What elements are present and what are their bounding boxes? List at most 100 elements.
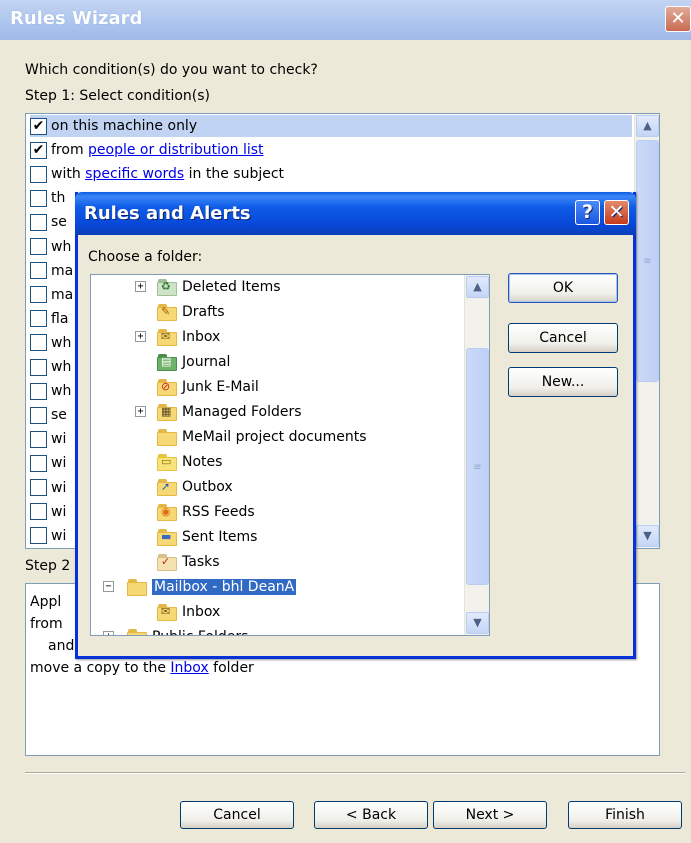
expand-icon[interactable]: + <box>135 281 146 292</box>
checkbox-icon[interactable] <box>30 165 47 183</box>
condition-row[interactable]: wh <box>30 356 71 378</box>
condition-text: wi <box>51 527 67 544</box>
checkbox-icon[interactable] <box>30 262 47 280</box>
condition-text: th <box>51 190 66 207</box>
collapse-icon[interactable]: − <box>103 581 114 592</box>
condition-row[interactable]: wi <box>30 452 66 474</box>
condition-row[interactable]: with specific words in the subject <box>30 163 284 185</box>
help-icon[interactable]: ? <box>575 200 600 225</box>
folder-node[interactable]: ◉ RSS Feeds <box>157 501 255 523</box>
tree-scroll-down-icon[interactable]: ▼ <box>466 612 489 634</box>
condition-row[interactable]: se <box>30 404 67 426</box>
condition-text: wh <box>51 238 72 255</box>
checkbox-icon[interactable] <box>30 189 47 207</box>
folder-node[interactable]: + ♻ Deleted Items <box>135 276 281 298</box>
condition-row[interactable]: fla <box>30 308 68 330</box>
checkbox-icon[interactable] <box>30 406 47 424</box>
checkbox-icon[interactable] <box>30 382 47 400</box>
condition-row[interactable]: wh <box>30 236 71 258</box>
condition-row[interactable]: wi <box>30 428 66 450</box>
folder-node[interactable]: + Public Folders <box>103 626 248 635</box>
checkbox-icon[interactable] <box>30 454 47 472</box>
expand-icon[interactable]: + <box>135 406 146 417</box>
dialog-title-bar: Rules and Alerts ? ✕ <box>75 192 636 235</box>
condition-row[interactable]: th <box>30 187 65 209</box>
folder-node[interactable]: + ▦ Managed Folders <box>135 401 302 423</box>
condition-row[interactable]: ma <box>30 260 73 282</box>
scroll-up-icon[interactable]: ▲ <box>636 115 659 137</box>
folder-label: Deleted Items <box>182 279 281 295</box>
inbox-link[interactable]: Inbox <box>170 660 208 676</box>
new-folder-button[interactable]: New... <box>508 367 618 397</box>
scroll-thumb[interactable]: ≡ <box>636 140 659 382</box>
checked-checkbox-icon[interactable]: ✔ <box>30 141 47 159</box>
outbox-icon: ➚ <box>157 478 177 496</box>
condition-row[interactable]: se <box>30 211 67 233</box>
conditions-scrollbar[interactable]: ▲ ≡ ▼ <box>634 114 659 548</box>
condition-text: wi <box>51 455 67 472</box>
wizard-close-icon[interactable]: ✕ <box>665 6 691 32</box>
folder-tree-scrollbar[interactable]: ▲ ≡ ▼ <box>464 275 489 635</box>
condition-text: wh <box>51 334 72 351</box>
condition-row[interactable]: wi <box>30 525 66 547</box>
folder-node[interactable]: ⊘ Junk E-Mail <box>157 376 259 398</box>
folder-node[interactable]: ▬ Sent Items <box>157 526 257 548</box>
description-text: move a copy to the <box>30 660 171 676</box>
folder-node[interactable]: ✓ Tasks <box>157 551 220 573</box>
folder-label: Drafts <box>182 304 225 320</box>
folder-label: Outbox <box>182 479 233 495</box>
folder-node[interactable]: − Mailbox - bhl DeanA <box>103 576 297 598</box>
condition-row[interactable]: wi <box>30 501 66 523</box>
condition-text: on this machine only <box>51 118 198 134</box>
condition-row[interactable]: wh <box>30 332 71 354</box>
inbox-folder-icon: ✉ <box>157 603 177 621</box>
dialog-cancel-button[interactable]: Cancel <box>508 323 618 353</box>
folder-node[interactable]: MeMail project documents <box>157 426 367 448</box>
checkbox-icon[interactable] <box>30 527 47 545</box>
condition-row[interactable]: ✔ on this machine only <box>30 115 632 137</box>
finish-button[interactable]: Finish <box>568 801 682 829</box>
wizard-cancel-button[interactable]: Cancel <box>180 801 294 829</box>
checkbox-icon[interactable] <box>30 503 47 521</box>
condition-text: ma <box>51 262 74 279</box>
condition-row[interactable]: wh <box>30 380 71 402</box>
checkbox-icon[interactable] <box>30 238 47 255</box>
folder-node[interactable]: ✎ Drafts <box>157 301 225 323</box>
tree-scroll-up-icon[interactable]: ▲ <box>466 276 489 298</box>
expand-icon[interactable]: + <box>135 331 146 342</box>
checkbox-icon[interactable] <box>30 358 47 376</box>
checkbox-icon[interactable] <box>30 310 47 328</box>
condition-link[interactable]: people or distribution list <box>88 142 263 158</box>
checkbox-icon[interactable] <box>30 334 47 352</box>
drafts-folder-icon: ✎ <box>157 303 177 321</box>
checkbox-icon[interactable] <box>30 430 47 448</box>
deleted-items-icon: ♻ <box>157 278 177 296</box>
expand-icon[interactable]: + <box>103 631 114 635</box>
condition-row[interactable]: wi <box>30 477 66 499</box>
folder-node[interactable]: ▭ Notes <box>157 451 222 473</box>
condition-row[interactable]: ma <box>30 284 73 306</box>
folder-node[interactable]: ➚ Outbox <box>157 476 233 498</box>
folder-node[interactable]: + ✉ Inbox <box>135 326 220 348</box>
condition-row[interactable]: ✔ from people or distribution list <box>30 139 264 161</box>
condition-link[interactable]: specific words <box>85 166 184 182</box>
ok-button[interactable]: OK <box>508 273 618 303</box>
checked-checkbox-icon[interactable]: ✔ <box>30 117 47 135</box>
condition-text: wh <box>51 359 72 375</box>
folder-label: Public Folders <box>152 629 248 635</box>
folder-label: Inbox <box>182 604 221 620</box>
mailbox-icon <box>127 578 147 596</box>
choose-folder-label: Choose a folder: <box>88 249 203 265</box>
dialog-close-icon[interactable]: ✕ <box>604 200 629 225</box>
public-folders-icon <box>127 628 147 635</box>
next-button[interactable]: Next > <box>433 801 547 829</box>
folder-tree[interactable]: + ♻ Deleted Items ✎ Drafts + ✉ Inbox ▤ Journal ⊘ Ju… <box>90 274 490 636</box>
scroll-down-icon[interactable]: ▼ <box>636 525 659 547</box>
checkbox-icon[interactable] <box>30 213 47 231</box>
checkbox-icon[interactable] <box>30 479 47 496</box>
folder-node[interactable]: ▤ Journal <box>157 351 230 373</box>
checkbox-icon[interactable] <box>30 286 47 304</box>
tree-scroll-thumb[interactable]: ≡ <box>466 348 489 585</box>
folder-node[interactable]: ✉ Inbox <box>157 601 220 623</box>
back-button[interactable]: < Back <box>314 801 428 829</box>
